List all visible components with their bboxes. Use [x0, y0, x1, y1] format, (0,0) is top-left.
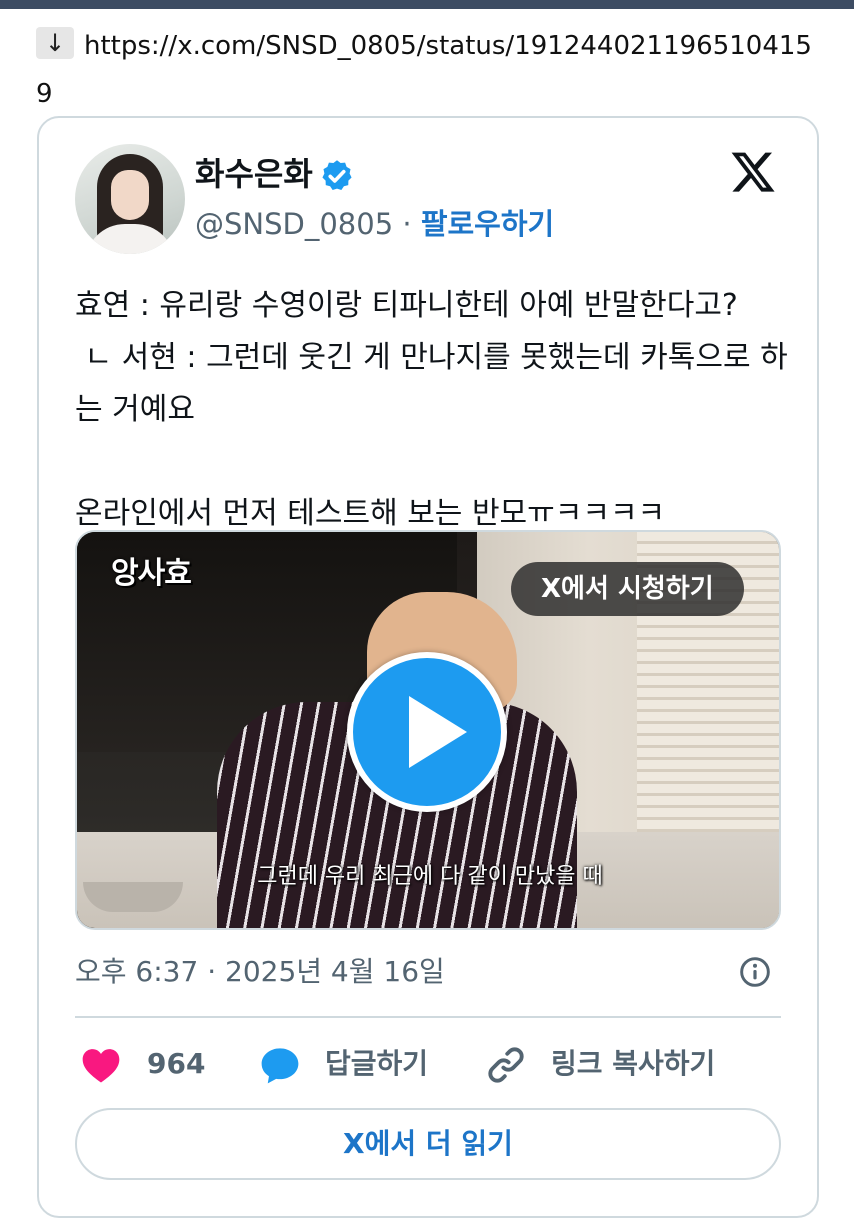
read-more-button[interactable]: X에서 더 읽기: [75, 1108, 781, 1180]
user-handle[interactable]: @SNSD_0805: [195, 207, 393, 241]
divider: [75, 1016, 781, 1018]
handle-separator: ·: [393, 207, 421, 241]
tweet-card: 화수은화 @SNSD_0805 · 팔로우하기 효연 : 유리랑 수영이랑 티파…: [37, 116, 819, 1218]
copy-link-button[interactable]: 링크 복사하기: [551, 1042, 715, 1086]
play-icon[interactable]: [347, 652, 507, 812]
follow-link[interactable]: 팔로우하기: [421, 207, 554, 241]
tweet-url[interactable]: https://x.com/SNSD_0805/status/191244021…: [36, 31, 812, 109]
channel-logo: 앙사효: [111, 556, 192, 591]
video-media[interactable]: 앙사효 X에서 시청하기 그런데 우리 최근에 다 같이 만났을 때: [75, 530, 781, 930]
tweet-text: 효연 : 유리랑 수영이랑 티파니한테 아예 반말한다고? ㄴ 서현 : 그런데…: [75, 288, 788, 531]
like-count[interactable]: 964: [147, 1042, 205, 1086]
top-bar: [0, 0, 854, 9]
watch-on-x-button[interactable]: X에서 시청하기: [511, 562, 744, 616]
x-logo-icon[interactable]: [729, 148, 777, 196]
verified-badge-icon: [322, 160, 352, 190]
video-subtitle: 그런데 우리 최근에 다 같이 만났을 때: [257, 864, 603, 889]
reply-button[interactable]: 답글하기: [325, 1042, 428, 1086]
display-name[interactable]: 화수은화: [195, 154, 313, 194]
link-icon[interactable]: [485, 1044, 527, 1086]
arrow-down-icon: ↓: [36, 27, 74, 59]
action-bar: 964 답글하기 링크 복사하기: [75, 1036, 781, 1092]
handle-line: @SNSD_0805 · 팔로우하기: [195, 204, 554, 244]
url-line: ↓ https://x.com/SNSD_0805/status/19124402…: [36, 22, 826, 118]
avatar[interactable]: [75, 144, 185, 254]
timestamp[interactable]: 오후 6:37 · 2025년 4월 16일: [75, 950, 445, 994]
heart-icon[interactable]: [81, 1046, 121, 1084]
info-icon[interactable]: [739, 956, 771, 988]
reply-bubble-icon[interactable]: [259, 1044, 301, 1086]
